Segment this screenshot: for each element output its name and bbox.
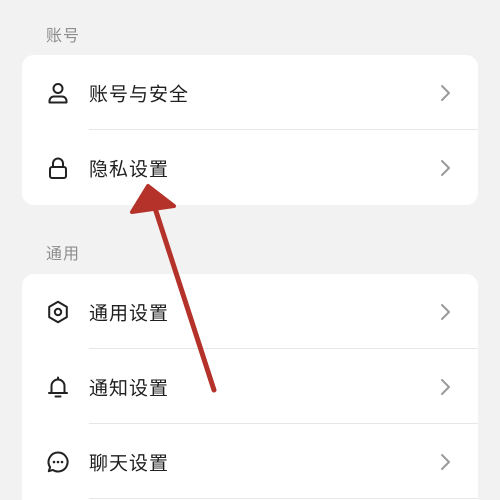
settings-item-label: 通用设置: [89, 302, 170, 324]
settings-item-general[interactable]: 通用设置: [22, 274, 478, 349]
settings-item-account-security[interactable]: 账号与安全: [22, 55, 478, 130]
user-icon: [48, 82, 68, 103]
chevron-right-icon: [441, 303, 450, 320]
section-title-account: 账号: [46, 26, 81, 45]
chevron-right-icon: [441, 159, 450, 176]
divider: [89, 498, 478, 499]
settings-item-label: 通知设置: [89, 377, 170, 399]
account-card: 账号与安全 隐私设置: [22, 55, 478, 205]
chat-bubble-icon: [47, 450, 69, 472]
settings-item-label: 账号与安全: [89, 83, 190, 105]
settings-item-privacy[interactable]: 隐私设置: [22, 130, 478, 205]
chevron-right-icon: [441, 378, 450, 395]
bell-icon: [48, 376, 68, 397]
lock-icon: [49, 157, 67, 179]
general-card: 通用设置 通知设置 聊天设置: [22, 274, 478, 500]
settings-item-label: 聊天设置: [89, 452, 170, 474]
chevron-right-icon: [441, 84, 450, 101]
settings-item-label: 隐私设置: [89, 158, 170, 180]
settings-item-notifications[interactable]: 通知设置: [22, 349, 478, 424]
section-title-general: 通用: [46, 244, 81, 263]
settings-page: 账号 账号与安全 隐私设置 通用 通用设置 通知设置 聊天设置: [0, 0, 500, 500]
gear-icon: [48, 300, 68, 323]
chevron-right-icon: [441, 453, 450, 470]
settings-item-chat[interactable]: 聊天设置: [22, 424, 478, 499]
